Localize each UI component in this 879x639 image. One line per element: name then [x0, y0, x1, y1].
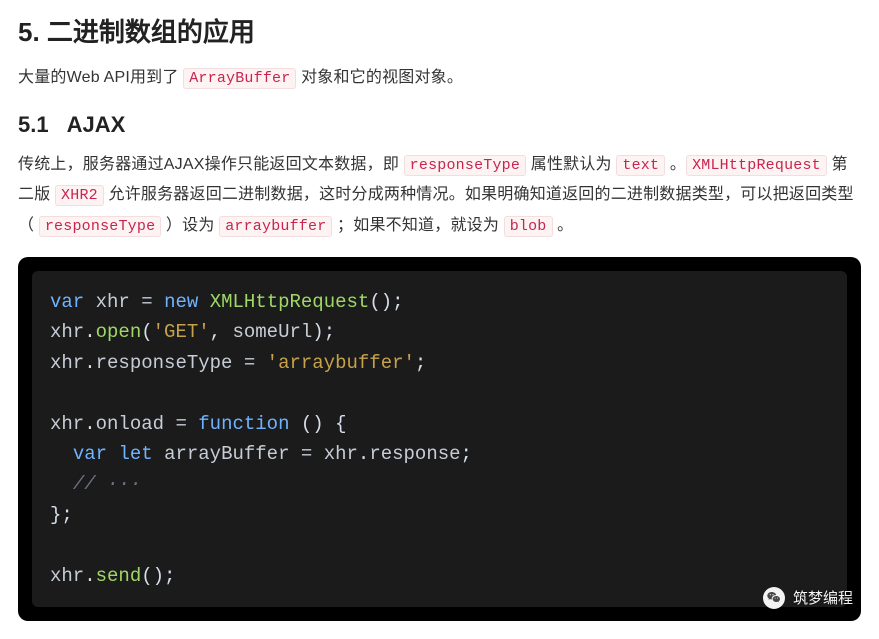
code-punct: ;	[324, 321, 335, 343]
code-keyword: var	[73, 443, 107, 465]
code-punct: ()	[369, 291, 392, 313]
section-heading: 5. 二进制数组的应用	[18, 12, 861, 49]
code-keyword: let	[118, 443, 152, 465]
inline-code: blob	[504, 216, 553, 237]
code-property: response	[369, 443, 460, 465]
code-property: onload	[96, 413, 164, 435]
code-op: =	[232, 352, 266, 374]
code-identifier: xhr	[50, 413, 84, 435]
inline-code: XHR2	[55, 185, 104, 206]
code-punct: ,	[210, 321, 233, 343]
text: 属性默认为	[526, 156, 616, 173]
code-identifier: xhr	[50, 321, 84, 343]
code-punct: {	[324, 413, 347, 435]
inline-code: arraybuffer	[219, 216, 332, 237]
text: 对象和它的视图对象。	[296, 69, 463, 86]
inline-code: text	[616, 155, 665, 176]
code-property: responseType	[96, 352, 233, 374]
inline-code: XMLHttpRequest	[686, 155, 827, 176]
watermark-label: 筑梦编程	[793, 587, 853, 608]
code-identifier: xhr	[50, 352, 84, 374]
section-number: 5.	[18, 17, 40, 47]
subsection-title: AJAX	[67, 112, 126, 137]
code-punct: ;	[164, 565, 175, 587]
code-string: 'GET'	[153, 321, 210, 343]
code-keyword: var	[50, 291, 84, 313]
text: ；如果不知道，就设为	[332, 217, 503, 234]
code-punct: }	[50, 504, 61, 526]
code-string: 'arraybuffer'	[267, 352, 415, 374]
inline-code: responseType	[39, 216, 161, 237]
section-title: 二进制数组的应用	[47, 17, 255, 47]
code-punct: )	[312, 321, 323, 343]
text: 。	[665, 156, 686, 173]
code-punct: .	[84, 321, 95, 343]
code-block: var xhr = new XMLHttpRequest(); xhr.open…	[32, 271, 847, 607]
description-paragraph: 传统上，服务器通过AJAX操作只能返回文本数据，即 responseType 属…	[18, 150, 861, 242]
code-block-container: var xhr = new XMLHttpRequest(); xhr.open…	[18, 257, 861, 621]
text: 传统上，服务器通过AJAX操作只能返回文本数据，即	[18, 156, 404, 173]
code-op: =	[164, 413, 198, 435]
code-identifier: arrayBuffer	[164, 443, 289, 465]
subsection-heading: 5.1 AJAX	[18, 112, 861, 138]
intro-paragraph: 大量的Web API用到了 ArrayBuffer 对象和它的视图对象。	[18, 63, 861, 94]
code-punct: ;	[392, 291, 403, 313]
inline-code: ArrayBuffer	[183, 68, 296, 89]
code-punct: (	[141, 321, 152, 343]
code-class: XMLHttpRequest	[210, 291, 370, 313]
code-identifier: xhr	[324, 443, 358, 465]
code-keyword: function	[198, 413, 289, 435]
code-method: open	[96, 321, 142, 343]
code-punct: .	[84, 565, 95, 587]
code-identifier: xhr	[96, 291, 130, 313]
code-op: =	[289, 443, 323, 465]
code-op: =	[130, 291, 164, 313]
code-punct: ;	[461, 443, 472, 465]
code-keyword: new	[164, 291, 198, 313]
code-punct: ;	[61, 504, 72, 526]
code-method: send	[96, 565, 142, 587]
code-punct: .	[84, 352, 95, 374]
text: ）设为	[161, 217, 219, 234]
code-identifier: xhr	[50, 565, 84, 587]
code-punct: ()	[141, 565, 164, 587]
text: 大量的Web API用到了	[18, 69, 183, 86]
code-punct: .	[358, 443, 369, 465]
text: 。	[553, 217, 574, 234]
subsection-number: 5.1	[18, 112, 49, 137]
inline-code: responseType	[404, 155, 526, 176]
code-identifier: someUrl	[232, 321, 312, 343]
code-comment: // ···	[73, 473, 141, 495]
code-punct: ()	[301, 413, 324, 435]
code-punct: ;	[415, 352, 426, 374]
code-punct: .	[84, 413, 95, 435]
